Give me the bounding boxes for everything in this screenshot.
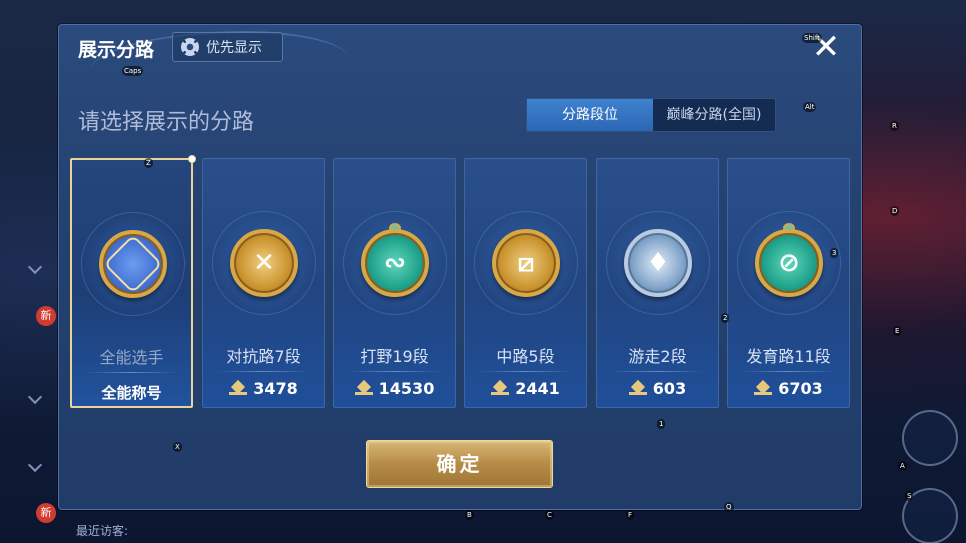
chevron-down-icon[interactable] (27, 259, 43, 275)
emblem-glyph: ✕ (253, 248, 275, 278)
route-name: 打野19段 (360, 347, 429, 366)
key-hint-caps: Caps (122, 66, 144, 76)
tab-route-rank[interactable]: 分路段位 (527, 99, 653, 131)
dialog-subtitle: 请选择展示的分路 (78, 110, 255, 135)
route-score-value: 14530 (378, 379, 435, 398)
route-card-roam[interactable]: ♦ 游走2段 603 (596, 158, 719, 408)
chevron-down-icon[interactable] (27, 457, 43, 473)
route-score-value: 3478 (253, 379, 298, 398)
route-score-value: 2441 (515, 379, 560, 398)
card-divider (348, 371, 441, 372)
emblem-glyph: ∾ (384, 248, 406, 278)
route-score-value: 6703 (778, 379, 823, 398)
new-badge: 新 (36, 503, 56, 523)
key-hint-z: Z (144, 158, 153, 168)
crossed-frames-icon (99, 230, 167, 298)
route-name: 中路5段 (496, 347, 555, 366)
target-icon: ⊘ (755, 229, 823, 297)
dialog-title: 展示分路 (78, 39, 155, 61)
route-card-mid-lane[interactable]: ⧄ 中路5段 2441 (464, 158, 587, 408)
confirm-button[interactable]: 确定 (366, 440, 553, 488)
key-hint-alt: Alt (803, 102, 817, 112)
key-hint-x: X (173, 442, 182, 452)
route-tabs: 分路段位 巅峰分路(全国) (526, 98, 776, 132)
score-icon (354, 382, 373, 396)
score-icon (628, 382, 647, 396)
route-name: 对抗路7段 (226, 347, 301, 366)
route-card-farm-lane[interactable]: ⊘ 发育路11段 6703 (727, 158, 850, 408)
key-hint-q: Q (724, 502, 734, 512)
route-score: 3478 (203, 379, 324, 398)
emblem-glyph: ♦ (646, 248, 670, 278)
card-divider (479, 371, 572, 372)
route-name: 游走2段 (628, 347, 687, 366)
key-hint-f: F (626, 510, 635, 520)
recent-visitors-label: 最近访客: (76, 524, 129, 538)
route-score: 603 (597, 379, 718, 398)
selected-marker (188, 155, 196, 163)
new-badge: 新 (36, 306, 56, 326)
key-hint-a: A (898, 461, 907, 471)
slash-frame-icon: ⧄ (492, 229, 560, 297)
card-divider (86, 372, 177, 373)
crossed-swords-icon: ✕ (230, 229, 298, 297)
key-hint-shift: Shift (802, 33, 822, 43)
priority-display-button[interactable]: 优先显示 (172, 32, 283, 62)
wings-icon: ♦ (624, 229, 692, 297)
route-card-clash-lane[interactable]: ✕ 对抗路7段 3478 (202, 158, 325, 408)
emblem-glyph: ⊘ (778, 248, 800, 278)
route-score: 14530 (334, 379, 455, 398)
hud-action-button[interactable] (902, 410, 958, 466)
key-hint-c: C (545, 510, 554, 520)
dragon-icon: ∾ (361, 229, 429, 297)
score-icon (491, 382, 510, 396)
route-name: 发育路11段 (746, 347, 831, 366)
route-score: 6703 (728, 379, 849, 398)
route-score: 2441 (465, 379, 586, 398)
key-hint-b: B (465, 510, 474, 520)
card-divider (611, 371, 704, 372)
card-divider (742, 371, 835, 372)
route-card-all-round[interactable]: 全能选手 全能称号 (70, 155, 196, 408)
score-icon (229, 382, 248, 396)
tab-peak-route[interactable]: 巅峰分路(全国) (653, 99, 775, 131)
route-title-value: 全能称号 (101, 384, 162, 402)
emblem-core (103, 234, 163, 294)
card-divider (217, 371, 310, 372)
route-name: 全能选手 (99, 348, 164, 367)
route-card-jungle[interactable]: ∾ 打野19段 14530 (333, 158, 456, 408)
priority-display-label: 优先显示 (206, 40, 262, 56)
route-score-value: 603 (652, 379, 687, 398)
right-hud (862, 0, 966, 543)
emblem-glyph: ⧄ (517, 248, 535, 278)
score-icon (754, 382, 773, 396)
chevron-down-icon[interactable] (27, 389, 43, 405)
gear-icon (181, 38, 199, 56)
left-side-menu: 新 新 (0, 0, 60, 543)
key-hint-r: R (890, 121, 899, 131)
